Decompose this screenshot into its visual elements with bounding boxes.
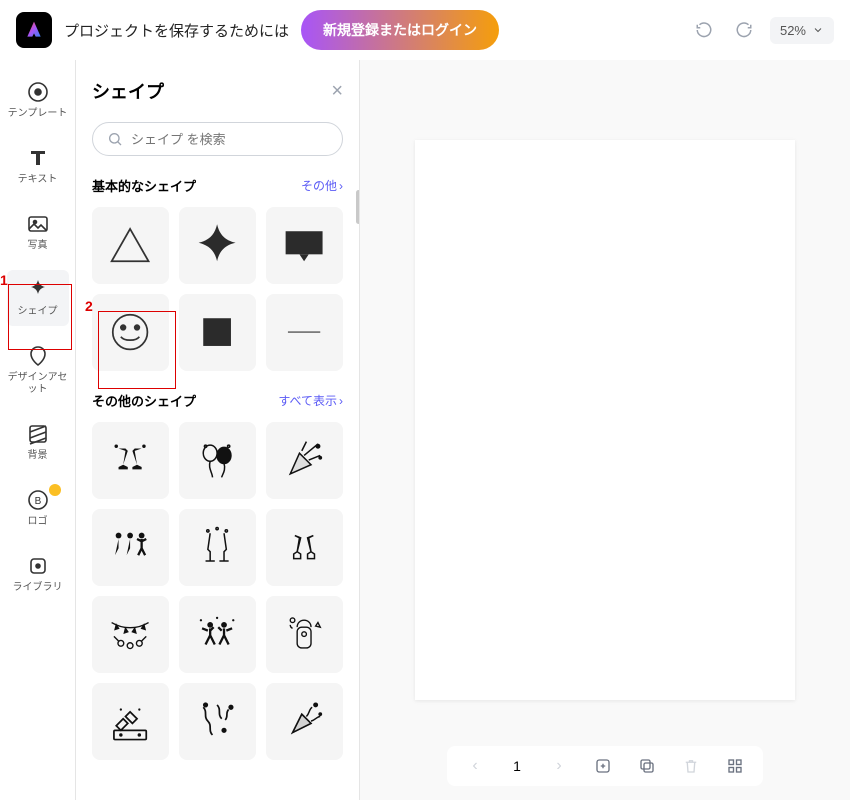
template-icon (26, 80, 50, 104)
text-icon (26, 146, 50, 170)
next-page-button[interactable]: › (547, 754, 571, 778)
shape-line[interactable] (266, 294, 343, 371)
rail-label: 写真 (28, 240, 48, 252)
bottom-toolbar: ‹ 1 › (447, 746, 763, 786)
undo-button[interactable] (690, 16, 718, 44)
search-input-wrapper[interactable] (92, 122, 343, 156)
prev-page-button[interactable]: ‹ (463, 754, 487, 778)
artboard[interactable] (415, 140, 795, 700)
rail-shapes[interactable]: シェイプ (7, 270, 69, 326)
chevron-right-icon: › (339, 179, 343, 193)
shape-party-people[interactable] (179, 596, 256, 673)
shape-balloons[interactable] (179, 422, 256, 499)
library-icon (26, 554, 50, 578)
annotation-1: 1 (0, 272, 8, 288)
search-input[interactable] (131, 132, 328, 147)
shape-sparkle[interactable] (179, 207, 256, 284)
save-message: プロジェクトを保存するためには (64, 20, 289, 41)
section-basic-title: 基本的なシェイプ (92, 176, 196, 195)
shape-smiley[interactable] (92, 294, 169, 371)
rail-label: テンプレート (8, 108, 68, 120)
rail-logo[interactable]: B ロゴ (7, 480, 69, 536)
shape-music-party[interactable] (266, 596, 343, 673)
search-icon (107, 131, 123, 147)
redo-button[interactable] (730, 16, 758, 44)
grid-view-button[interactable] (723, 754, 747, 778)
shape-garland[interactable] (92, 596, 169, 673)
shape-speech-rect[interactable] (266, 207, 343, 284)
signup-login-button[interactable]: 新規登録またはログイン (301, 10, 499, 50)
rail-library[interactable]: ライブラリ (7, 546, 69, 602)
shapes-panel: シェイプ × 基本的なシェイプ その他› その他のシェイプ すべて表示› (76, 60, 360, 800)
shape-party-horn[interactable] (266, 683, 343, 760)
shape-cheers[interactable] (92, 422, 169, 499)
section-basic-more[interactable]: その他› (301, 177, 343, 194)
rail-photos[interactable]: 写真 (7, 204, 69, 260)
shape-party-popper[interactable] (266, 422, 343, 499)
shape-streamers[interactable] (179, 683, 256, 760)
zoom-value: 52% (780, 23, 806, 38)
shape-icon (26, 278, 50, 302)
premium-badge-icon (49, 484, 61, 496)
photo-icon (26, 212, 50, 236)
close-panel-button[interactable]: × (331, 80, 343, 103)
rail-background[interactable]: 背景 (7, 414, 69, 470)
topbar: プロジェクトを保存するためには 新規登録またはログイン 52% (0, 0, 850, 60)
logo-icon: B (26, 488, 50, 512)
shape-triangle[interactable] (92, 207, 169, 284)
svg-text:B: B (34, 496, 41, 507)
rail-label: 背景 (28, 450, 48, 462)
rail-design-assets[interactable]: デザインアセット (7, 336, 69, 404)
rail-label: テキスト (18, 174, 58, 186)
zoom-dropdown[interactable]: 52% (770, 17, 834, 44)
panel-title: シェイプ (92, 78, 164, 104)
shape-square[interactable] (179, 294, 256, 371)
rail-label: デザインアセット (7, 372, 69, 396)
rail-label: ロゴ (28, 516, 48, 528)
left-rail: テンプレート テキスト 写真 シェイプ デザインアセット 背景 B ロゴ (0, 60, 76, 800)
section-other-viewall[interactable]: すべて表示› (278, 392, 343, 409)
duplicate-page-button[interactable] (635, 754, 659, 778)
canvas-area[interactable]: ‹ 1 › (360, 60, 850, 800)
page-number: 1 (507, 758, 527, 774)
design-asset-icon (26, 344, 50, 368)
shape-toast-outline[interactable] (266, 509, 343, 586)
rail-templates[interactable]: テンプレート (7, 72, 69, 128)
rail-label: シェイプ (18, 306, 58, 318)
background-icon (26, 422, 50, 446)
chevron-down-icon (812, 24, 824, 36)
shape-champagne[interactable] (179, 509, 256, 586)
rail-label: ライブラリ (13, 582, 63, 594)
chevron-right-icon: › (339, 394, 343, 408)
app-logo[interactable] (16, 12, 52, 48)
annotation-2: 2 (85, 298, 93, 314)
shape-confetti-cannons[interactable] (92, 683, 169, 760)
rail-text[interactable]: テキスト (7, 138, 69, 194)
delete-page-button[interactable] (679, 754, 703, 778)
shape-dancers[interactable] (92, 509, 169, 586)
add-page-button[interactable] (591, 754, 615, 778)
section-other-title: その他のシェイプ (92, 391, 196, 410)
